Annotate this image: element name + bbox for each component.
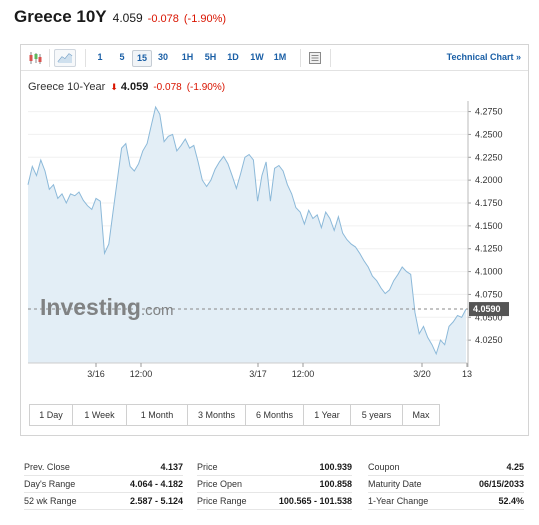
range-button-3-months[interactable]: 3 Months xyxy=(187,404,246,426)
stat-label: Prev. Close xyxy=(24,462,70,472)
stat-value: 100.858 xyxy=(319,479,352,489)
quote-header: Greece 10Y 4.059 -0.078 (-1.90%) xyxy=(14,7,227,26)
watermark-suffix: .com xyxy=(141,302,174,319)
instrument-title: Greece 10Y xyxy=(14,7,107,26)
stats-row: 1-Year Change 52.4% xyxy=(368,493,524,510)
y-tick-label: 4.2750 xyxy=(475,107,503,117)
stat-label: 1-Year Change xyxy=(368,496,429,506)
range-button-5-years[interactable]: 5 years xyxy=(350,404,403,426)
header-change: -0.078 xyxy=(147,13,179,25)
stats-row: Price 100.939 xyxy=(197,459,352,476)
stat-label: Maturity Date xyxy=(368,479,422,489)
stat-label: Coupon xyxy=(368,462,400,472)
y-tick-label: 4.0250 xyxy=(475,335,503,345)
range-button-max[interactable]: Max xyxy=(402,404,440,426)
stat-value: 100.939 xyxy=(319,462,352,472)
stat-value: 2.587 - 5.124 xyxy=(129,496,183,506)
stat-label: Price xyxy=(197,462,218,472)
y-tick-label: 4.0750 xyxy=(475,289,503,299)
x-tick-label: 12:00 xyxy=(130,369,153,379)
y-tick-label: 4.1000 xyxy=(475,267,503,277)
stat-value: 100.565 - 101.538 xyxy=(278,496,352,506)
stats-row: Price Range 100.565 - 101.538 xyxy=(197,493,352,510)
stats-row: Prev. Close 4.137 xyxy=(24,459,183,476)
header-price: 4.059 xyxy=(112,11,143,25)
x-tick-label: 3/17 xyxy=(249,369,267,379)
stats-row: Maturity Date 06/15/2033 xyxy=(368,476,524,493)
range-selector: 1 Day 1 Week 1 Month 3 Months 6 Months 1 Year… xyxy=(29,404,440,426)
range-button-1-month[interactable]: 1 Month xyxy=(126,404,188,426)
x-tick-label: 3/16 xyxy=(87,369,105,379)
x-tick-label: 12:00 xyxy=(292,369,315,379)
stats-row: 52 wk Range 2.587 - 5.124 xyxy=(24,493,183,510)
stat-label: 52 wk Range xyxy=(24,496,77,506)
range-button-1-day[interactable]: 1 Day xyxy=(29,404,73,426)
range-button-1-week[interactable]: 1 Week xyxy=(72,404,127,426)
stat-label: Price Open xyxy=(197,479,243,489)
stat-value: 52.4% xyxy=(498,496,524,506)
stat-value: 06/15/2033 xyxy=(478,479,524,489)
series-area xyxy=(28,107,466,363)
stats-row: Price Open 100.858 xyxy=(197,476,352,493)
y-tick-label: 4.1500 xyxy=(475,221,503,231)
stat-label: Price Range xyxy=(197,496,247,506)
y-tick-label: 4.2000 xyxy=(475,175,503,185)
stats-column: Price 100.939 Price Open 100.858 Price Range… xyxy=(197,459,352,510)
range-button-6-months[interactable]: 6 Months xyxy=(245,404,304,426)
chart-widget: 1 5 15 30 1H 5H 1D 1W 1M Technical Chart » Greec… xyxy=(20,44,529,436)
last-value-label: 4.0590 xyxy=(473,304,501,314)
y-tick-label: 4.2250 xyxy=(475,152,503,162)
header-change-percent: (-1.90%) xyxy=(183,13,227,25)
y-tick-label: 4.2500 xyxy=(475,129,503,139)
stat-label: Day's Range xyxy=(24,479,76,489)
price-chart[interactable]: 4.2750 4.2500 4.2250 4.2000 4.1750 4.1500 4.12… xyxy=(21,45,528,435)
x-tick-label: 13 xyxy=(462,369,472,379)
range-button-1-year[interactable]: 1 Year xyxy=(303,404,351,426)
y-tick-label: 4.1750 xyxy=(475,198,503,208)
stat-value: 4.064 - 4.182 xyxy=(129,479,183,489)
x-tick-label: 3/20 xyxy=(413,369,431,379)
watermark-brand: Investing xyxy=(40,294,141,320)
y-tick-label: 4.1250 xyxy=(475,244,503,254)
stat-value: 4.137 xyxy=(160,462,183,472)
stats-column: Prev. Close 4.137 Day's Range 4.064 - 4.182… xyxy=(24,459,183,510)
stat-value: 4.25 xyxy=(506,462,524,472)
stats-column: Coupon 4.25 Maturity Date 06/15/2033 1-Year … xyxy=(368,459,524,510)
stats-row: Day's Range 4.064 - 4.182 xyxy=(24,476,183,493)
stats-row: Coupon 4.25 xyxy=(368,459,524,476)
